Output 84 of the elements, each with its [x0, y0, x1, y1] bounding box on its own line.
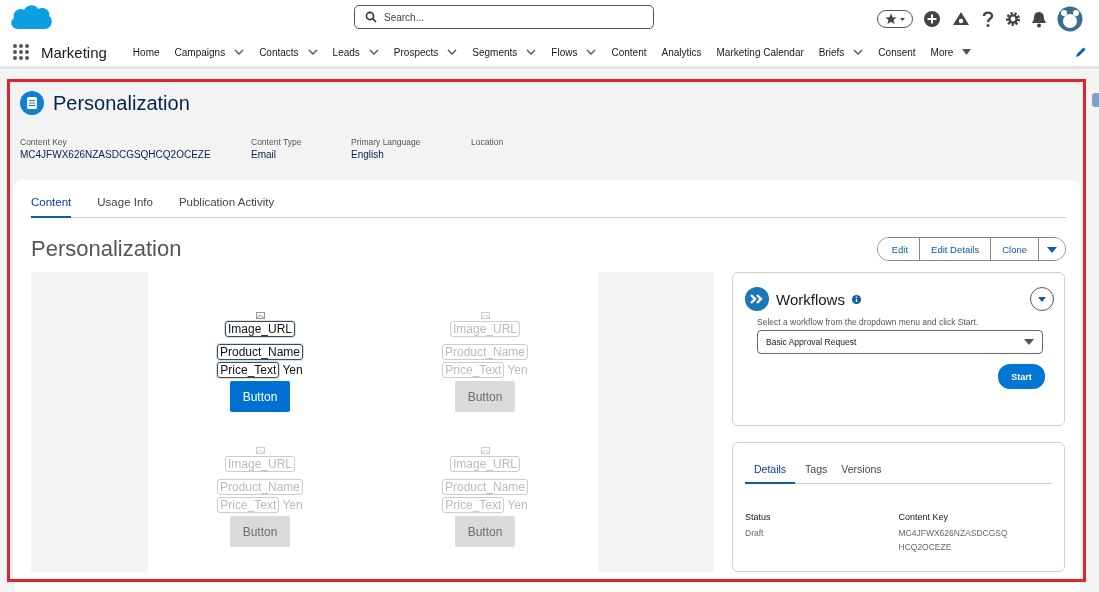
tab[interactable]: Publication Activity [178, 190, 275, 218]
nav-tab[interactable]: Briefs [818, 46, 845, 58]
currency-label: Yen [507, 363, 528, 377]
caret-icon [1047, 246, 1057, 253]
nav-tab[interactable]: Flows [551, 46, 578, 58]
currency-label: Yen [507, 498, 528, 512]
workflow-select[interactable]: Basic Approval Request [757, 330, 1043, 354]
document-icon [20, 91, 44, 115]
merge-field: Price_Text [442, 362, 505, 378]
nav-tab[interactable]: Segments [472, 46, 518, 58]
help-icon[interactable] [981, 10, 995, 28]
merge-field: Product_Name [441, 344, 528, 360]
merge-field: Price_Text [442, 497, 505, 513]
more-actions-button[interactable] [1038, 238, 1065, 260]
field-value: MC4JFWX626NZASDCGSQHCQ2OCEZE [20, 149, 212, 160]
field-label: Content Key [898, 512, 950, 522]
chevron-down-icon[interactable] [586, 49, 597, 55]
settings-icon[interactable] [1005, 11, 1021, 27]
merge-field: Product_Name [441, 479, 528, 495]
field-value: MC4JFWX626NZASDCGSQHCQ2OCEZE [898, 527, 1009, 554]
tab[interactable]: Details [745, 457, 796, 484]
field-label: Content Type [251, 137, 303, 147]
panel-toggle-handle[interactable] [1092, 93, 1099, 107]
nav-tab[interactable]: Home [132, 46, 160, 58]
bell-icon[interactable] [1031, 10, 1047, 28]
chevron-down-icon[interactable] [447, 49, 458, 55]
nav-tab[interactable]: Prospects [393, 46, 439, 58]
currency-label: Yen [282, 363, 303, 377]
tab[interactable]: Tags [805, 457, 828, 484]
caret-icon [962, 49, 972, 55]
currency-label: Yen [282, 498, 303, 512]
merge-field: Image_URL [225, 456, 295, 472]
nav-tab[interactable]: Marketing Calendar [716, 46, 804, 58]
field-label: Primary Language [351, 137, 422, 147]
avatar-icon[interactable] [1057, 6, 1083, 32]
image-icon [255, 447, 265, 454]
info-icon[interactable] [851, 294, 861, 304]
merge-field: Image_URL [225, 321, 295, 337]
merge-field: Image_URL [450, 321, 520, 337]
tab[interactable]: Versions [841, 457, 882, 484]
more-menu[interactable]: More [930, 46, 954, 58]
chevron-down-icon[interactable] [234, 49, 245, 55]
dropdown-button[interactable] [1030, 287, 1054, 311]
section-heading: Personalization [31, 236, 182, 262]
caret-icon [1024, 339, 1034, 345]
panel-title: Workflows [776, 290, 845, 308]
merge-field: Product_Name [216, 344, 303, 360]
product-button[interactable]: Button [230, 381, 290, 412]
nav-tab[interactable]: Campaigns [174, 46, 226, 58]
tab[interactable]: Content [31, 190, 72, 218]
chevron-down-icon[interactable] [526, 49, 537, 55]
field-label: Content Key [20, 137, 68, 147]
chevron-down-icon[interactable] [307, 49, 318, 55]
field-value: Draft [745, 527, 765, 540]
merge-field: Price_Text [217, 362, 280, 378]
nav-tab[interactable]: Content [611, 46, 647, 58]
image-icon [255, 312, 265, 319]
chevron-down-icon[interactable] [853, 49, 864, 55]
workflow-icon [745, 287, 769, 311]
field-value: English [351, 149, 385, 160]
chevron-down-icon[interactable] [368, 49, 379, 55]
app-name: Marketing [41, 43, 107, 61]
field-label: Status [745, 512, 772, 522]
field-label: Location [471, 137, 504, 147]
nav-tab[interactable]: Leads [332, 46, 360, 58]
start-button[interactable]: Start [998, 364, 1045, 389]
nav-tab[interactable]: Consent [878, 46, 916, 58]
merge-field: Image_URL [450, 456, 520, 472]
merge-field: Price_Text [217, 497, 280, 513]
pencil-icon[interactable] [1075, 46, 1087, 58]
tab[interactable]: Usage Info [97, 190, 153, 218]
search-icon [365, 11, 377, 23]
star-icon [884, 12, 906, 26]
field-value: Email [251, 149, 277, 160]
image-icon [480, 447, 490, 454]
search-field[interactable]: Search... [354, 5, 654, 29]
image-icon [480, 312, 490, 319]
nav-tab[interactable]: Contacts [259, 46, 299, 58]
app-launcher-icon[interactable] [12, 43, 30, 61]
record-title: Personalization [53, 91, 190, 115]
add-icon[interactable] [923, 10, 941, 28]
instruction-text: Select a workflow from the dropdown menu and click Start. [757, 317, 980, 327]
merge-field: Product_Name [216, 479, 303, 495]
nav-tab[interactable]: Analytics [661, 46, 702, 58]
